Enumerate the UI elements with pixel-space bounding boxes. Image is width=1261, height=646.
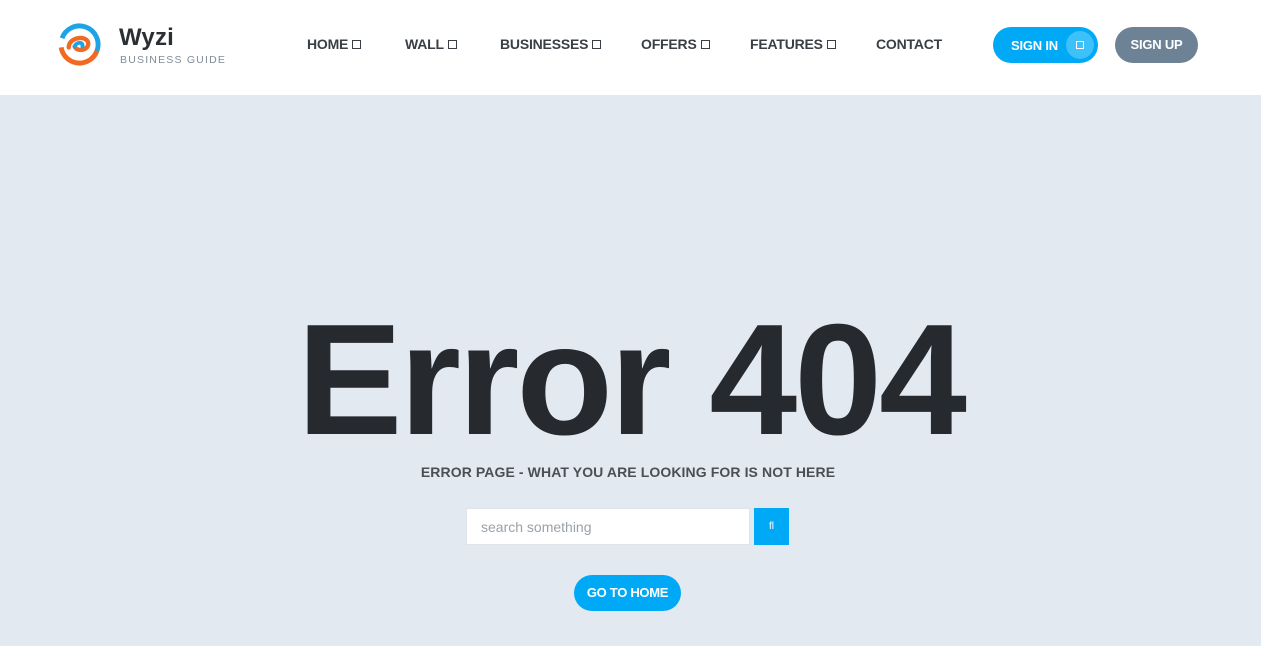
swirl-logo-icon[interactable] bbox=[58, 23, 101, 66]
nav-item-label: WALL bbox=[405, 36, 444, 52]
nav-item-label: CONTACT bbox=[876, 36, 942, 52]
brand-tagline: BUSINESS GUIDE bbox=[120, 54, 227, 66]
nav-item-offers[interactable]: OFFERS bbox=[641, 36, 710, 52]
nav-item-label: OFFERS bbox=[641, 36, 697, 52]
nav-item-label: FEATURES bbox=[750, 36, 823, 52]
nav-item-wall[interactable]: WALL bbox=[405, 36, 457, 52]
chevron-down-icon bbox=[352, 40, 362, 49]
brand-name[interactable]: Wyzi bbox=[119, 24, 174, 52]
chevron-down-icon bbox=[447, 40, 457, 49]
search-icon: fl bbox=[769, 521, 774, 532]
chevron-down-icon bbox=[826, 40, 836, 49]
nav-item-label: BUSINESSES bbox=[500, 36, 589, 52]
go-to-home-button[interactable]: GO TO HOME bbox=[574, 575, 681, 611]
sign-in-label: SIGN IN bbox=[1011, 38, 1058, 53]
search-input[interactable] bbox=[466, 508, 750, 545]
nav-item-label: HOME bbox=[307, 36, 349, 52]
nav-item-home[interactable]: HOME bbox=[307, 36, 362, 52]
chevron-down-icon bbox=[592, 40, 602, 49]
search-button[interactable]: fl bbox=[754, 508, 789, 545]
sign-up-button[interactable]: SIGN UP bbox=[1115, 27, 1198, 63]
nav-item-businesses[interactable]: BUSINESSES bbox=[500, 36, 602, 52]
nav-item-features[interactable]: FEATURES bbox=[750, 36, 836, 52]
error-subtitle: ERROR PAGE - WHAT YOU ARE LOOKING FOR IS… bbox=[420, 464, 836, 480]
site-header: Wyzi BUSINESS GUIDE HOME WALL BUSINESSES… bbox=[0, 0, 1261, 95]
nav-item-contact[interactable]: CONTACT bbox=[876, 36, 942, 52]
chevron-down-icon bbox=[700, 40, 710, 49]
sign-in-button[interactable]: SIGN IN bbox=[993, 27, 1098, 63]
error-title: Error 404 bbox=[297, 292, 967, 468]
user-icon bbox=[1066, 31, 1094, 59]
